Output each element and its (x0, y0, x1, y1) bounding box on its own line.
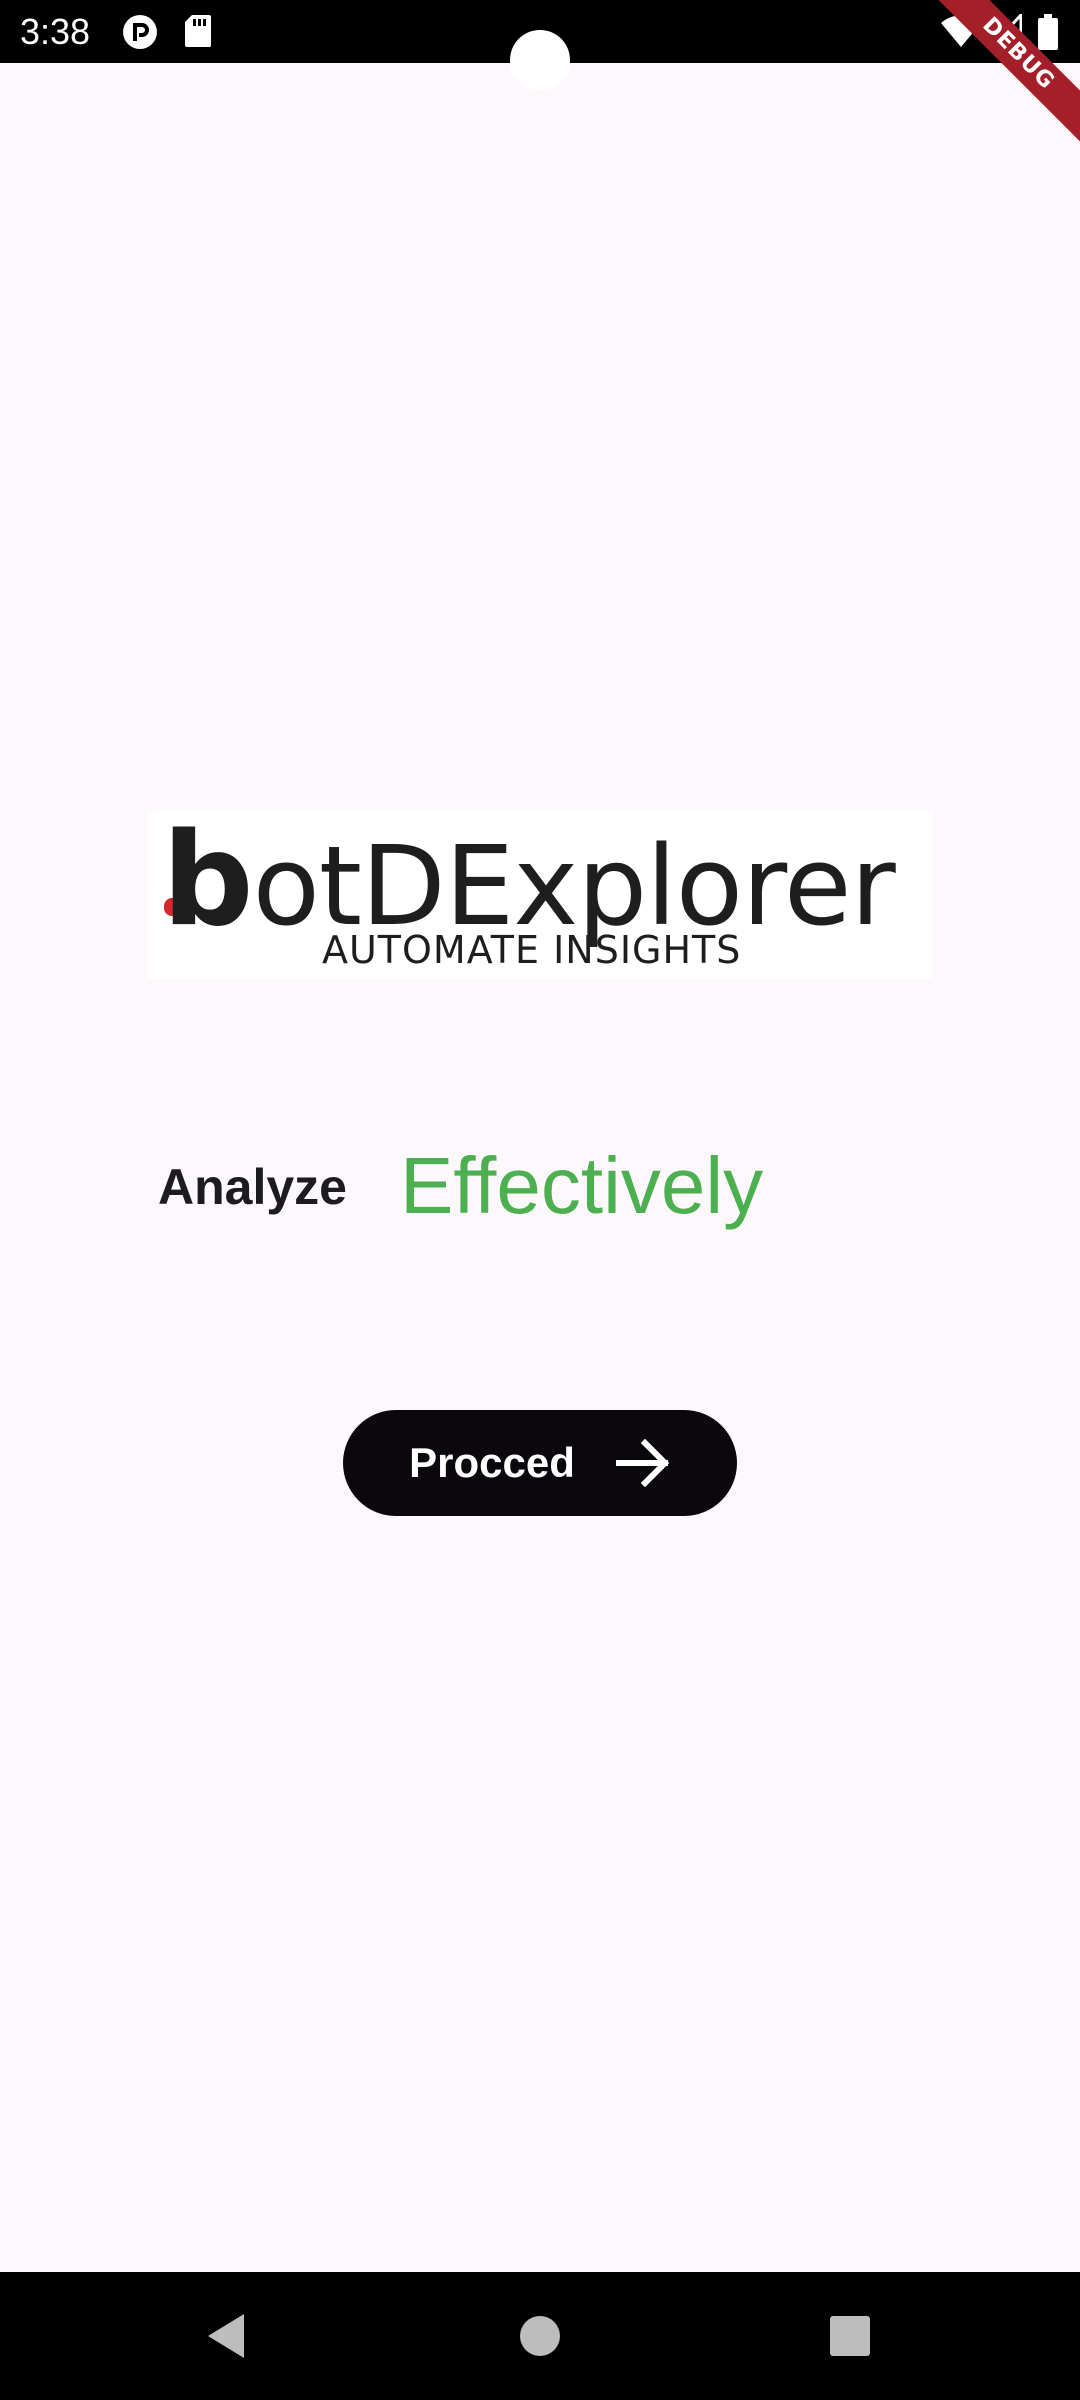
sd-card-icon (185, 15, 211, 47)
logo-tagline: AUTOMATE INSIGHTS (322, 928, 742, 972)
back-icon[interactable] (196, 2306, 256, 2366)
camera-cutout (510, 30, 570, 90)
battery-icon (1038, 14, 1058, 50)
arrow-right-icon (615, 1439, 670, 1487)
recents-icon[interactable] (820, 2306, 880, 2366)
proceed-button[interactable]: Procced (343, 1410, 737, 1516)
effectively-label: Effectively (400, 1141, 764, 1230)
home-icon[interactable] (510, 2306, 570, 2366)
navigation-bar (0, 2272, 1080, 2400)
analyze-label: Analyze (158, 1159, 347, 1215)
status-time: 3:38 (20, 11, 91, 52)
app-logo: botDExplorer AUTOMATE INSIGHTS (148, 806, 932, 978)
app-screen: 3:38 DEBUG botDExplorer AUTOMATE INSIGHT… (0, 0, 1080, 2400)
logo-title-b: b (162, 806, 254, 955)
proceed-button-label: Procced (409, 1439, 575, 1486)
pocket-casts-icon (123, 15, 157, 49)
